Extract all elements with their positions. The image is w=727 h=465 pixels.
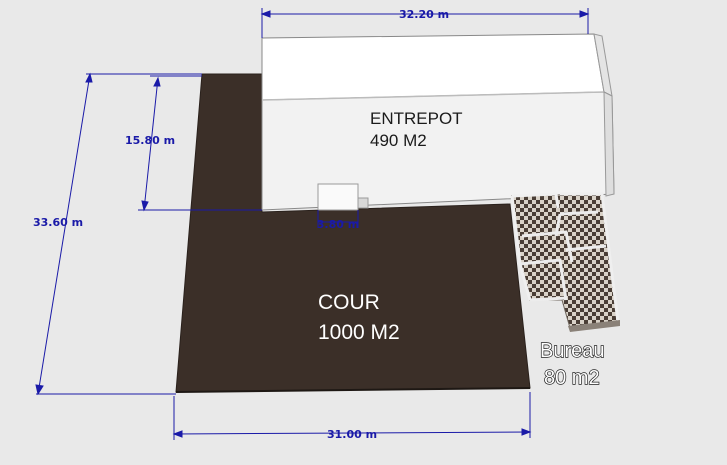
office-wall-inner-c [559,210,599,216]
cour-name: COUR [318,291,380,314]
entrepot-area: 490 M2 [370,131,427,150]
office-block [510,192,620,332]
dimension-door-width-label: 3.80 m [317,218,359,231]
dimension-outer-depth-label: 33.60 m [33,216,83,229]
door-step [357,197,369,209]
cour-area: 1000 M2 [318,321,400,344]
office-wall-inner-f [529,296,567,302]
warehouse-door [317,183,359,211]
dimension-inner-depth-label: 15.80 m [125,134,175,147]
warehouse-side-wall [603,91,615,197]
dimension-outer-depth [35,72,202,396]
bureau-area: 80 m2 [544,367,600,389]
entrepot-name: ENTREPOT [370,109,463,128]
site-plan-3d: 32.20 m 33.60 m 15.80 m 3.80 m 31.00 m E… [33,8,620,441]
dimension-bottom-width-label: 31.00 m [327,428,377,441]
dimension-top-width-label: 32.20 m [399,8,449,21]
warehouse-roof [261,33,605,101]
bureau-name: Bureau [540,340,605,362]
